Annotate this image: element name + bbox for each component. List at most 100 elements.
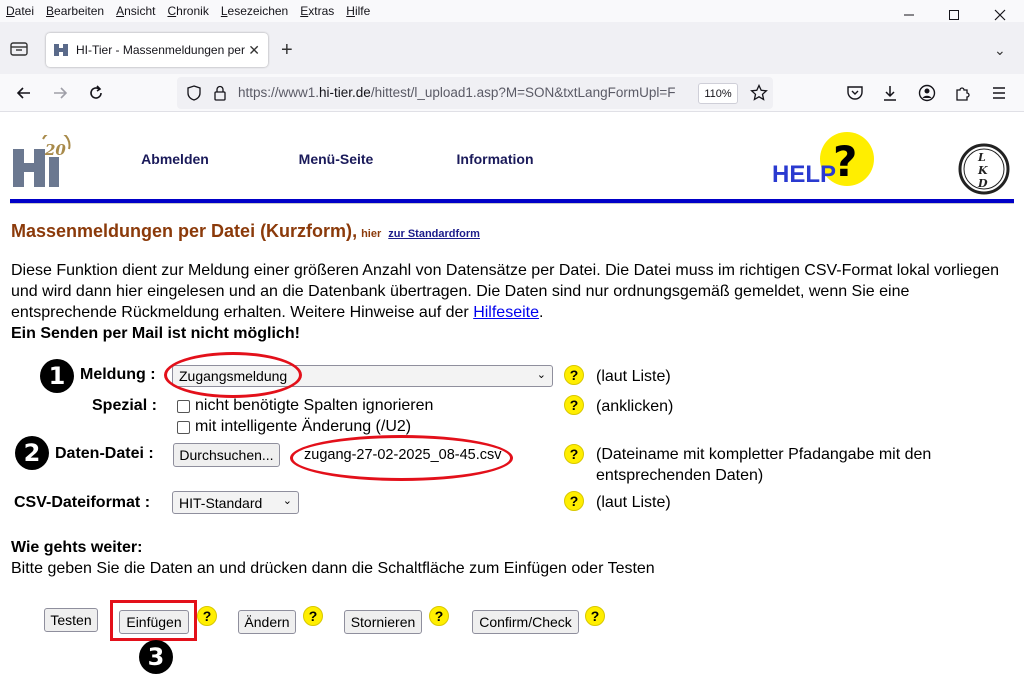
lkd-letter-k: K — [977, 164, 988, 177]
hier-text: hier — [361, 228, 382, 240]
close-tab-icon[interactable]: ✕ — [248, 42, 260, 59]
hit-logo: 20 — [13, 135, 71, 187]
menu-bearbeiten[interactable]: Bearbeiten — [46, 4, 104, 18]
account-button[interactable] — [915, 81, 939, 105]
downloads-button[interactable] — [878, 81, 902, 105]
tab-strip: HI-Tier - Massenmeldungen per Datei ✕ + … — [0, 22, 1024, 74]
step-marker-2: 2 — [15, 436, 49, 470]
url-text[interactable]: https://www1.hi-tier.de/hittest/l_upload… — [238, 85, 690, 100]
navigation-bar: https://www1.hi-tier.de/hittest/l_upload… — [0, 74, 1024, 112]
help-icon[interactable]: ? — [564, 365, 584, 385]
help-icon[interactable]: ? — [585, 606, 605, 626]
lkd-letter-l: L — [977, 151, 986, 164]
menu-bar: Datei Bearbeiten Ansicht Chronik Lesezei… — [0, 0, 1024, 22]
menu-ansicht[interactable]: Ansicht — [116, 4, 155, 18]
csv-format-select[interactable]: HIT-Standard ⌄ — [172, 491, 299, 514]
forward-button[interactable] — [48, 81, 72, 105]
back-button[interactable] — [12, 81, 36, 105]
annotation-rect-insert — [110, 600, 197, 641]
help-icon[interactable]: ? — [197, 606, 217, 626]
title-separator: , — [352, 221, 358, 241]
help-icon[interactable]: ? — [564, 491, 584, 511]
lock-icon[interactable] — [213, 85, 227, 101]
menu-extras[interactable]: Extras — [300, 4, 334, 18]
app-menu-button[interactable] — [987, 81, 1011, 105]
change-button[interactable]: Ändern — [238, 610, 296, 634]
chevron-down-icon: ⌄ — [282, 495, 292, 507]
reload-icon — [90, 85, 102, 99]
help-icon[interactable]: ? — [564, 444, 584, 464]
menu-hilfe[interactable]: Hilfe — [346, 4, 370, 18]
browse-button[interactable]: Durchsuchen... — [173, 443, 280, 467]
page-content: 20 Abmelden Menü-Seite Information ? HEL… — [0, 112, 1024, 685]
lkd-logo: L K D — [958, 143, 1010, 195]
page-title-row: Massenmeldungen per Datei (Kurzform), hie… — [11, 221, 480, 242]
menu-chronik[interactable]: Chronik — [167, 4, 208, 18]
page-title: Massenmeldungen per Datei (Kurzform) — [11, 221, 353, 241]
url-host: hi-tier.de — [319, 85, 371, 100]
ignore-columns-label: nicht benötigte Spalten ignorieren — [195, 397, 434, 414]
annotation-oval-file — [290, 435, 513, 481]
meldung-hint: (laut Liste) — [596, 368, 671, 385]
confirm-check-button[interactable]: Confirm/Check — [472, 610, 579, 634]
ignore-columns-checkbox[interactable] — [177, 400, 190, 413]
reload-button[interactable] — [84, 81, 108, 105]
hit-logo-text: 20 — [44, 141, 66, 159]
menu-lesezeichen[interactable]: Lesezeichen — [221, 4, 288, 18]
help-icon[interactable]: ? — [429, 606, 449, 626]
close-icon — [994, 9, 1006, 21]
maximize-icon — [949, 10, 959, 20]
help-logo[interactable]: ? HELP — [771, 132, 879, 190]
step-marker-3: 3 — [139, 640, 173, 674]
smart-change-label: mit intelligente Änderung (/U2) — [195, 418, 412, 435]
csv-format-select-value: HIT-Standard — [179, 494, 263, 511]
header-divider-shadow — [10, 203, 1014, 204]
bookmark-star-icon[interactable] — [750, 84, 768, 102]
nav-menu-seite[interactable]: Menü-Seite — [258, 141, 414, 177]
spezial-hint: (anklicken) — [596, 398, 674, 415]
annotation-oval-meldung — [164, 352, 302, 398]
hit-favicon-icon — [54, 44, 68, 56]
smart-change-checkbox[interactable] — [177, 421, 190, 434]
intro-paragraph: Diese Funktion dient zur Meldung einer g… — [11, 260, 1015, 344]
forward-arrow-icon — [54, 87, 68, 99]
minimize-icon — [904, 14, 914, 16]
chevron-down-icon[interactable]: ⌄ — [994, 42, 1006, 59]
chevron-down-icon: ⌄ — [536, 369, 546, 381]
daten-datei-hint: (Dateiname mit kompletter Pfadangabe mit… — [596, 446, 932, 484]
nav-abmelden[interactable]: Abmelden — [100, 141, 250, 177]
spezial-label: Spezial : — [92, 397, 157, 414]
meldung-label: Meldung : — [80, 366, 156, 383]
tab-active[interactable]: HI-Tier - Massenmeldungen per Datei ✕ — [46, 33, 268, 67]
zoom-level[interactable]: 110% — [698, 83, 738, 104]
next-steps-text: Bitte geben Sie die Daten an und drücken… — [11, 560, 655, 577]
url-bar[interactable]: https://www1.hi-tier.de/hittest/l_upload… — [177, 77, 773, 109]
lkd-letter-d: D — [977, 177, 988, 190]
pocket-icon — [847, 86, 863, 100]
no-mail-notice: Ein Senden per Mail ist nicht möglich! — [11, 325, 300, 342]
shield-icon[interactable] — [186, 85, 202, 101]
csv-format-hint: (laut Liste) — [596, 494, 671, 511]
test-button[interactable]: Testen — [44, 608, 98, 632]
nav-information[interactable]: Information — [420, 141, 570, 177]
download-icon — [884, 86, 896, 101]
back-arrow-icon — [16, 87, 30, 99]
help-icon[interactable]: ? — [564, 395, 584, 415]
url-path: /hittest/l_upload1.asp?M=SON&txtLangForm… — [370, 85, 676, 100]
pocket-button[interactable] — [843, 81, 867, 105]
tab-overview-icon[interactable] — [10, 40, 28, 56]
hamburger-menu-icon — [993, 87, 1005, 99]
new-tab-icon[interactable]: + — [281, 39, 293, 62]
standard-form-link[interactable]: zur Standardform — [388, 228, 480, 240]
help-page-link[interactable]: Hilfeseite — [473, 304, 539, 321]
tab-title: HI-Tier - Massenmeldungen per Datei — [76, 43, 246, 57]
extensions-button[interactable] — [951, 81, 975, 105]
cancel-report-button[interactable]: Stornieren — [344, 610, 422, 634]
url-prefix: https://www1. — [238, 85, 320, 100]
csv-format-label: CSV-Dateiformat : — [14, 494, 151, 511]
account-icon — [918, 84, 936, 102]
menu-datei[interactable]: Datei — [6, 4, 34, 18]
help-icon[interactable]: ? — [303, 606, 323, 626]
daten-datei-label: Daten-Datei : — [55, 445, 154, 462]
svg-text:?: ? — [833, 137, 857, 186]
